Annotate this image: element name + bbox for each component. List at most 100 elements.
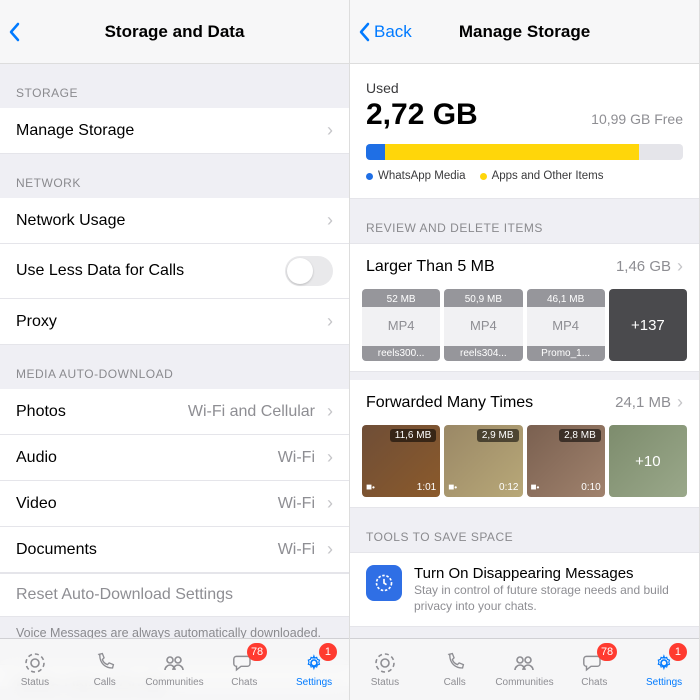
more-count: +137 — [631, 317, 665, 334]
network-usage-row[interactable]: Network Usage › — [0, 198, 349, 244]
row-label: Audio — [16, 449, 57, 467]
row-label: Video — [16, 495, 57, 513]
tab-label: Calls — [444, 677, 466, 688]
timer-icon — [366, 565, 402, 601]
tools-title: Turn On Disappearing Messages — [414, 565, 683, 582]
thumb-duration: 0:12 — [499, 482, 518, 493]
storage-bar-whatsapp — [366, 144, 385, 160]
audio-row[interactable]: Audio Wi-Fi › — [0, 435, 349, 481]
row-detail: Wi-Fi and Cellular — [188, 403, 321, 421]
phone-icon — [442, 651, 468, 675]
tab-status[interactable]: Status — [350, 639, 420, 700]
tab-label: Status — [21, 677, 49, 688]
tab-chats[interactable]: 78 Chats — [209, 639, 279, 700]
tab-label: Communities — [145, 677, 203, 688]
legend-apps: Apps and Other Items — [480, 170, 604, 182]
thumb-filesize: 52 MB — [362, 293, 440, 306]
row-detail: Wi-Fi — [278, 449, 321, 467]
tab-calls[interactable]: Calls — [420, 639, 490, 700]
communities-icon — [161, 651, 187, 675]
tab-label: Status — [371, 677, 399, 688]
chevron-left-icon — [8, 22, 22, 42]
video-row[interactable]: Video Wi-Fi › — [0, 481, 349, 527]
dot-icon — [480, 173, 487, 180]
thumb-duration: 0:10 — [581, 482, 600, 493]
tab-chats[interactable]: 78 Chats — [559, 639, 629, 700]
nav-bar: Storage and Data — [0, 0, 349, 64]
chevron-right-icon: › — [677, 392, 683, 413]
camera-icon: ■• — [448, 482, 457, 493]
proxy-row[interactable]: Proxy › — [0, 299, 349, 345]
page-title: Storage and Data — [105, 22, 245, 42]
video-thumb[interactable]: 11,6 MB ■• 1:01 — [362, 425, 440, 497]
documents-row[interactable]: Documents Wi-Fi › — [0, 527, 349, 573]
tab-settings[interactable]: 1 Settings — [629, 639, 699, 700]
video-thumb[interactable]: 2,8 MB ■• 0:10 — [527, 425, 605, 497]
thumb-ext: MP4 — [470, 318, 497, 333]
larger-than-5mb-row[interactable]: Larger Than 5 MB 1,46 GB › — [350, 243, 699, 289]
thumb-filesize: 2,9 MB — [477, 429, 519, 442]
thumb-ext: MP4 — [388, 318, 415, 333]
chevron-left-icon — [358, 22, 372, 42]
tab-settings[interactable]: 1 Settings — [279, 639, 349, 700]
row-label: Use Less Data for Calls — [16, 262, 184, 280]
video-thumb[interactable]: 2,9 MB ■• 0:12 — [444, 425, 522, 497]
photos-row[interactable]: Photos Wi-Fi and Cellular › — [0, 389, 349, 435]
file-thumb[interactable]: 50,9 MB MP4 reels304... — [444, 289, 522, 361]
used-storage-block: Used 2,72 GB 10,99 GB Free WhatsApp Medi… — [350, 64, 699, 199]
tab-label: Calls — [94, 677, 116, 688]
reset-autodl-row[interactable]: Reset Auto-Download Settings — [0, 573, 349, 617]
phone-icon — [92, 651, 118, 675]
tab-label: Chats — [581, 677, 607, 688]
section-header-autodl: MEDIA AUTO-DOWNLOAD — [0, 345, 349, 389]
nav-bar: Back Manage Storage — [350, 0, 699, 64]
row-label: Forwarded Many Times — [366, 394, 533, 412]
larger-thumbs: 52 MB MP4 reels300... 50,9 MB MP4 reels3… — [350, 289, 699, 372]
manage-storage-content: Used 2,72 GB 10,99 GB Free WhatsApp Medi… — [350, 64, 699, 700]
chats-badge: 78 — [247, 643, 267, 661]
section-header-tools: TOOLS TO SAVE SPACE — [350, 508, 699, 552]
dot-icon — [366, 173, 373, 180]
tab-communities[interactable]: Communities — [140, 639, 210, 700]
back-button[interactable] — [8, 0, 22, 63]
tab-status[interactable]: Status — [0, 639, 70, 700]
manage-storage-screen: Back Manage Storage Used 2,72 GB 10,99 G… — [350, 0, 700, 700]
tab-label: Communities — [495, 677, 553, 688]
legend-label: Apps and Other Items — [492, 170, 604, 182]
forwarded-many-times-row[interactable]: Forwarded Many Times 24,1 MB › — [350, 380, 699, 425]
thumb-filename: reels300... — [362, 346, 440, 361]
toggle-knob — [287, 258, 313, 284]
storage-legend: WhatsApp Media Apps and Other Items — [366, 170, 683, 182]
more-thumb[interactable]: +10 — [609, 425, 687, 497]
storage-bar — [366, 144, 683, 160]
free-value: 10,99 GB Free — [591, 111, 683, 127]
more-thumb[interactable]: +137 — [609, 289, 687, 361]
thumb-duration: 1:01 — [417, 482, 436, 493]
settings-list: STORAGE Manage Storage › NETWORK Network… — [0, 64, 349, 700]
file-thumb[interactable]: 52 MB MP4 reels300... — [362, 289, 440, 361]
chevron-right-icon: › — [327, 539, 333, 560]
use-less-data-toggle[interactable] — [285, 256, 333, 286]
tab-label: Settings — [296, 677, 332, 688]
back-button[interactable]: Back — [358, 0, 412, 63]
storage-and-data-screen: Storage and Data STORAGE Manage Storage … — [0, 0, 350, 700]
row-detail: Wi-Fi — [278, 541, 321, 559]
thumb-filesize: 46,1 MB — [527, 293, 605, 306]
disappearing-messages-row[interactable]: Turn On Disappearing Messages Stay in co… — [350, 552, 699, 627]
tab-calls[interactable]: Calls — [70, 639, 140, 700]
file-thumb[interactable]: 46,1 MB MP4 Promo_1... — [527, 289, 605, 361]
row-label: Documents — [16, 541, 97, 559]
chevron-right-icon: › — [327, 493, 333, 514]
row-size: 1,46 GB — [616, 258, 671, 275]
chevron-right-icon: › — [327, 311, 333, 332]
legend-label: WhatsApp Media — [378, 170, 466, 182]
tab-bar: Status Calls Communities 78 Chats 1 Sett… — [0, 638, 349, 700]
row-label: Network Usage — [16, 212, 125, 230]
row-label: Proxy — [16, 313, 57, 331]
back-label: Back — [374, 22, 412, 42]
tab-communities[interactable]: Communities — [490, 639, 560, 700]
manage-storage-row[interactable]: Manage Storage › — [0, 108, 349, 154]
section-header-network: NETWORK — [0, 154, 349, 198]
thumb-filename: Promo_1... — [527, 346, 605, 361]
thumb-filesize: 50,9 MB — [444, 293, 522, 306]
